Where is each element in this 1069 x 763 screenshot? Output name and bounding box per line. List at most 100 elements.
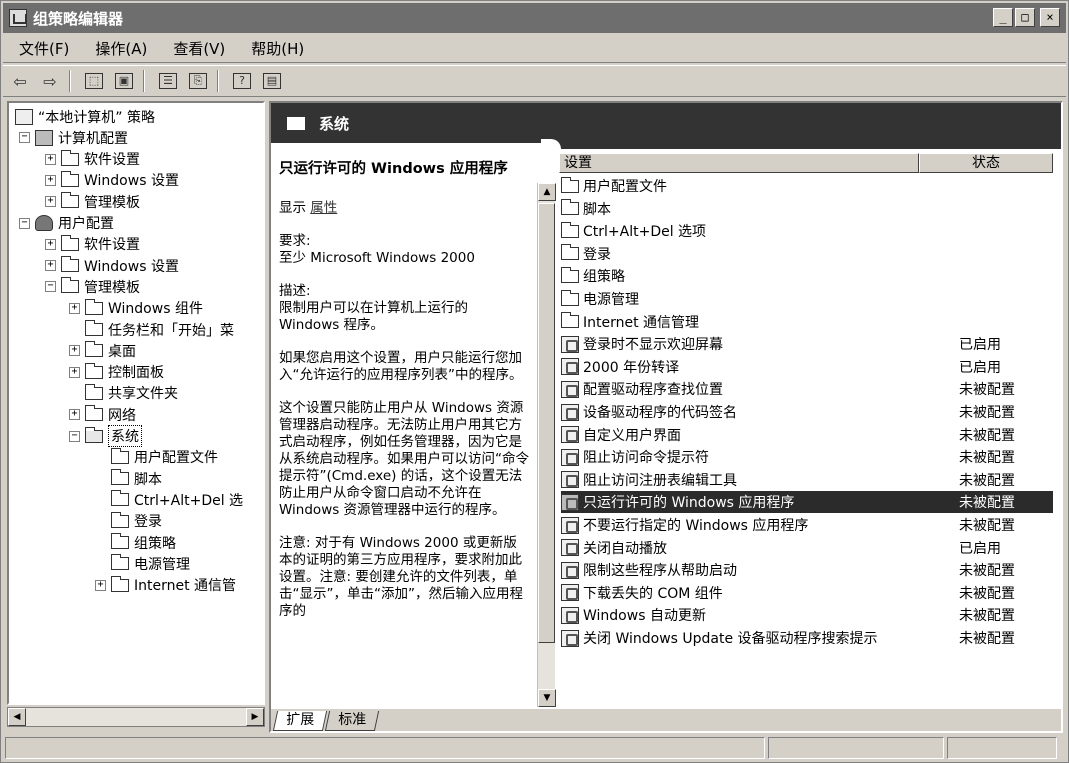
tab-standard[interactable]: 标准 xyxy=(324,711,380,731)
view-tabs: 扩展 标准 xyxy=(271,709,1061,731)
tree-node-label: Internet 通信管 xyxy=(134,578,237,595)
tree-node[interactable]: 用户配置文件 xyxy=(95,447,218,468)
tree-node[interactable]: + 管理模板 xyxy=(45,191,140,212)
list-folder-row[interactable]: 脚本 xyxy=(561,198,1053,220)
list-setting-row[interactable]: 自定义用户界面 未被配置 xyxy=(561,424,1053,446)
tree-node[interactable]: + 软件设置 xyxy=(45,149,140,170)
menu-action[interactable]: 操作(A) xyxy=(85,38,157,59)
folder-icon xyxy=(111,490,129,507)
list-setting-row[interactable]: 阻止访问注册表编辑工具 未被配置 xyxy=(561,469,1053,491)
expand-icon[interactable]: + xyxy=(45,174,56,186)
help-icon: ? xyxy=(233,73,251,89)
close-button[interactable]: × xyxy=(1040,8,1060,27)
list-setting-row[interactable]: 只运行许可的 Windows 应用程序 未被配置 xyxy=(561,491,1053,514)
list-folder-row[interactable]: Internet 通信管理 xyxy=(561,311,1053,333)
help-button[interactable]: ? xyxy=(229,69,255,93)
tree-node[interactable]: + 网络 xyxy=(69,404,136,425)
tree-node[interactable]: 共享文件夹 xyxy=(69,383,178,404)
export-list-button[interactable]: ⎘ xyxy=(185,69,211,93)
tree-node[interactable]: 任务栏和「开始」菜 xyxy=(69,319,234,340)
title-bar[interactable]: 组策略编辑器 _ □ × xyxy=(3,3,1066,33)
maximize-button[interactable]: □ xyxy=(1015,8,1035,27)
expand-icon[interactable]: + xyxy=(69,366,80,378)
expand-icon[interactable]: + xyxy=(45,153,56,165)
menu-view[interactable]: 查看(V) xyxy=(163,38,235,59)
list-setting-row[interactable]: 配置驱动程序查找位置 未被配置 xyxy=(561,378,1053,400)
console-tree-pane[interactable]: “本地计算机” 策略 − 计算机配置 + 软件设置 + Windows 设置 + 管理模板 − 用户… xyxy=(7,101,265,705)
scroll-up-button[interactable]: ▲ xyxy=(538,183,556,201)
collapse-icon[interactable]: − xyxy=(19,217,30,229)
tree-node[interactable]: Ctrl+Alt+Del 选 xyxy=(95,489,243,510)
collapse-icon[interactable]: − xyxy=(19,132,30,144)
tree-node[interactable]: 组策略 xyxy=(95,532,176,553)
expand-icon[interactable]: + xyxy=(95,579,106,591)
description-vertical-scrollbar[interactable]: ▲ ▼ xyxy=(537,183,556,707)
list-setting-row[interactable]: 登录时不显示欢迎屏幕 已启用 xyxy=(561,333,1053,355)
list-setting-row[interactable]: 设备驱动程序的代码签名 未被配置 xyxy=(561,401,1053,423)
list-setting-row[interactable]: 关闭自动播放 已启用 xyxy=(561,537,1053,559)
tree-node[interactable]: + Internet 通信管 xyxy=(95,575,236,596)
tree-node[interactable]: 脚本 xyxy=(95,468,162,489)
collapse-icon[interactable]: − xyxy=(45,281,56,293)
tree-node[interactable]: − 管理模板 xyxy=(45,276,140,297)
properties-button[interactable]: ☰ xyxy=(155,69,181,93)
tree-node[interactable]: + Windows 设置 xyxy=(45,255,179,276)
list-folder-row[interactable]: 电源管理 xyxy=(561,288,1053,310)
toolbar-separator xyxy=(143,70,145,92)
properties-link[interactable]: 属性 xyxy=(310,200,337,216)
tree-horizontal-scrollbar[interactable]: ◀ ▶ xyxy=(7,707,265,727)
expand-icon[interactable]: + xyxy=(69,409,80,421)
scroll-down-button[interactable]: ▼ xyxy=(538,689,556,707)
expand-icon[interactable]: + xyxy=(45,260,56,272)
expand-icon[interactable]: + xyxy=(69,302,80,314)
tree-node[interactable]: − 用户配置 xyxy=(19,213,114,234)
tree-node[interactable]: 登录 xyxy=(95,511,162,532)
setting-state: 已启用 xyxy=(959,540,1001,557)
minimize-button[interactable]: _ xyxy=(993,8,1013,27)
column-header-state[interactable]: 状态 xyxy=(919,153,1053,173)
forward-button[interactable]: ⇨ xyxy=(37,69,63,93)
list-folder-row[interactable]: 用户配置文件 xyxy=(561,175,1053,197)
list-setting-row[interactable]: 2000 年份转译 已启用 xyxy=(561,356,1053,378)
console-tree-button[interactable]: ▤ xyxy=(259,69,285,93)
show-hide-tree-button[interactable]: ▣ xyxy=(111,69,137,93)
menu-file[interactable]: 文件(F) xyxy=(9,38,79,59)
tree-node[interactable]: 电源管理 xyxy=(95,553,190,574)
setting-name: 组策略 xyxy=(583,269,625,286)
tree-node-label: 用户配置文件 xyxy=(134,450,218,467)
tree-node[interactable]: + Windows 设置 xyxy=(45,170,179,191)
tree-node[interactable]: “本地计算机” 策略 xyxy=(15,106,155,127)
list-setting-row[interactable]: 不要运行指定的 Windows 应用程序 未被配置 xyxy=(561,514,1053,536)
tree-node[interactable]: − 计算机配置 xyxy=(19,127,128,148)
menu-help[interactable]: 帮助(H) xyxy=(241,38,314,59)
folder-icon xyxy=(85,405,103,422)
tree-node[interactable]: + 软件设置 xyxy=(45,234,140,255)
up-one-level-button[interactable]: ⬚ xyxy=(81,69,107,93)
list-folder-row[interactable]: Ctrl+Alt+Del 选项 xyxy=(561,220,1053,242)
expand-icon[interactable]: + xyxy=(45,238,56,250)
collapse-icon[interactable]: − xyxy=(69,430,80,442)
list-folder-row[interactable]: 组策略 xyxy=(561,265,1053,287)
tree-node[interactable]: − 系统 xyxy=(69,425,142,447)
setting-name-cell: 组策略 xyxy=(561,266,951,286)
list-setting-row[interactable]: Windows 自动更新 未被配置 xyxy=(561,604,1053,626)
scroll-right-button[interactable]: ▶ xyxy=(246,708,264,726)
folder-icon xyxy=(85,341,103,358)
tree-node[interactable]: + Windows 组件 xyxy=(69,298,203,319)
expand-icon[interactable]: + xyxy=(69,345,80,357)
tree-node-label: Windows 设置 xyxy=(84,258,179,275)
scroll-thumb[interactable] xyxy=(538,203,555,643)
tab-extended[interactable]: 扩展 xyxy=(272,711,328,731)
scroll-left-button[interactable]: ◀ xyxy=(8,708,26,726)
list-folder-row[interactable]: 登录 xyxy=(561,243,1053,265)
tab-label: 标准 xyxy=(338,712,367,728)
list-setting-row[interactable]: 限制这些程序从帮助启动 未被配置 xyxy=(561,559,1053,581)
list-setting-row[interactable]: 下载丢失的 COM 组件 未被配置 xyxy=(561,582,1053,604)
tree-node[interactable]: + 桌面 xyxy=(69,340,136,361)
list-setting-row[interactable]: 关闭 Windows Update 设备驱动程序搜索提示 未被配置 xyxy=(561,627,1053,649)
column-header-setting[interactable]: 设置 xyxy=(559,153,919,173)
list-setting-row[interactable]: 阻止访问命令提示符 未被配置 xyxy=(561,446,1053,468)
expand-icon[interactable]: + xyxy=(45,196,56,208)
back-button[interactable]: ⇦ xyxy=(7,69,33,93)
tree-node[interactable]: + 控制面板 xyxy=(69,362,164,383)
